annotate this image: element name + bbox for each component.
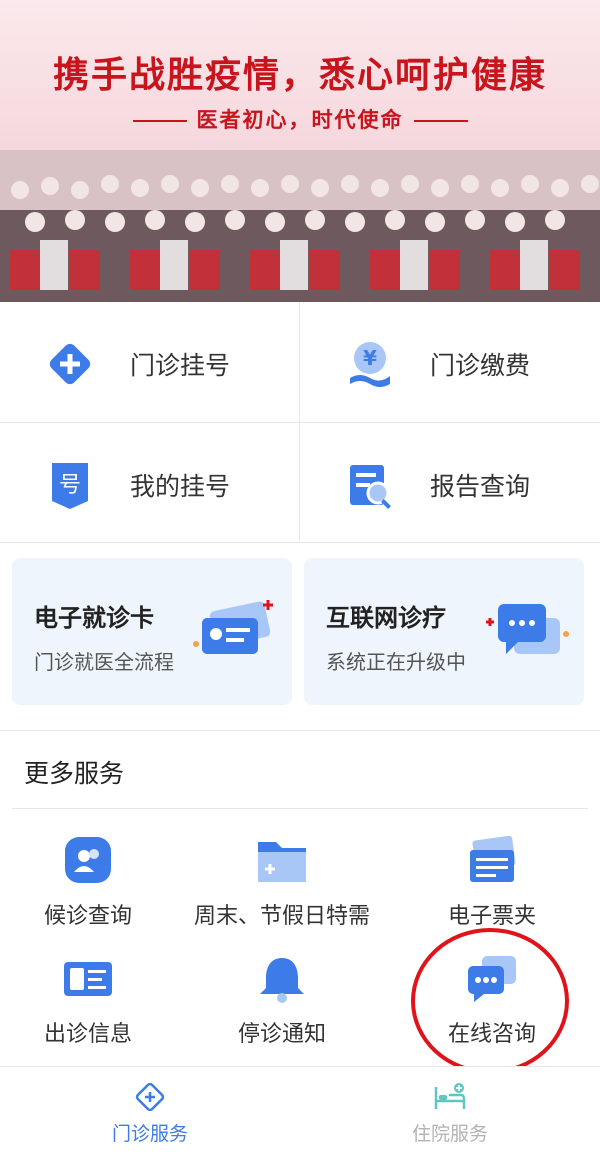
card-title: 互联网诊疗 bbox=[326, 604, 446, 632]
ticket-number-icon: 号 bbox=[52, 463, 88, 509]
service-label: 周末、节假日特需 bbox=[193, 904, 370, 929]
outpatient-payment-button[interactable]: ¥ 门诊缴费 bbox=[300, 302, 599, 422]
yen-payment-icon: ¥ bbox=[350, 342, 390, 387]
bell-icon bbox=[260, 958, 304, 1003]
e-medical-card[interactable]: 电子就诊卡 门诊就医全流程 bbox=[12, 558, 292, 705]
banner-subtitle: 医者初心，时代使命 bbox=[0, 104, 600, 134]
svg-text:¥: ¥ bbox=[363, 346, 377, 370]
outpatient-registration-button[interactable]: 门诊挂号 bbox=[0, 302, 299, 422]
chat-bubbles-icon bbox=[486, 604, 569, 654]
grid-divider bbox=[0, 422, 600, 423]
internet-consultation-card[interactable]: 互联网诊疗 系统正在升级中 bbox=[304, 558, 584, 705]
patients-icon bbox=[65, 837, 111, 883]
card-title: 电子就诊卡 bbox=[34, 604, 154, 632]
ticket-stack-icon bbox=[470, 836, 516, 882]
bottom-tab-bar: 门诊服务 住院服务 bbox=[0, 1066, 600, 1154]
banner-title: 携手战胜疫情，悉心呵护健康 bbox=[52, 55, 547, 96]
svg-text:号: 号 bbox=[59, 473, 81, 498]
cell-label: 报告查询 bbox=[430, 472, 531, 501]
my-registration-button[interactable]: 号 我的挂号 bbox=[0, 423, 299, 543]
section-divider bbox=[0, 730, 600, 731]
section-divider bbox=[12, 808, 588, 809]
card-desc: 系统正在升级中 bbox=[326, 650, 466, 674]
tab-inpatient[interactable]: 住院服务 bbox=[300, 1081, 600, 1146]
e-ticket-wallet-button[interactable]: 电子票夹 bbox=[392, 836, 592, 930]
holiday-special-button[interactable]: 周末、节假日特需 bbox=[182, 836, 382, 930]
card-desc: 门诊就医全流程 bbox=[34, 650, 174, 674]
clinic-suspension-notice-button[interactable]: 停诊通知 bbox=[182, 954, 382, 1048]
tab-label: 门诊服务 bbox=[111, 1123, 188, 1145]
highlight-circle bbox=[411, 928, 569, 1074]
folder-plus-icon bbox=[258, 842, 306, 882]
service-label: 电子票夹 bbox=[447, 904, 536, 929]
service-label: 出诊信息 bbox=[43, 1022, 132, 1047]
report-query-button[interactable]: 报告查询 bbox=[300, 423, 599, 543]
plus-diamond-icon bbox=[49, 343, 91, 385]
waiting-query-button[interactable]: 候诊查询 bbox=[0, 836, 188, 930]
more-services-title: 更多服务 bbox=[24, 759, 125, 788]
crowd-photo bbox=[0, 150, 600, 302]
service-label: 停诊通知 bbox=[237, 1022, 326, 1047]
cell-label: 门诊缴费 bbox=[430, 351, 531, 380]
report-search-icon bbox=[350, 465, 391, 509]
id-card-icon bbox=[193, 600, 273, 654]
cell-label: 门诊挂号 bbox=[130, 351, 231, 380]
clinic-schedule-button[interactable]: 出诊信息 bbox=[0, 954, 188, 1048]
grid-divider bbox=[0, 542, 600, 543]
cell-label: 我的挂号 bbox=[130, 472, 231, 501]
outpatient-icon bbox=[135, 1082, 165, 1112]
tab-label: 住院服务 bbox=[411, 1123, 488, 1145]
service-label: 候诊查询 bbox=[43, 904, 132, 929]
quick-services-grid: 门诊挂号 ¥ 门诊缴费 号 我的挂号 报告查询 bbox=[0, 302, 600, 543]
hospital-bed-icon bbox=[434, 1083, 466, 1109]
hero-banner[interactable]: 携手战胜疫情，悉心呵护健康 医者初心，时代使命 bbox=[0, 0, 600, 302]
tab-outpatient[interactable]: 门诊服务 bbox=[0, 1081, 300, 1146]
doctor-card-icon bbox=[64, 962, 112, 996]
